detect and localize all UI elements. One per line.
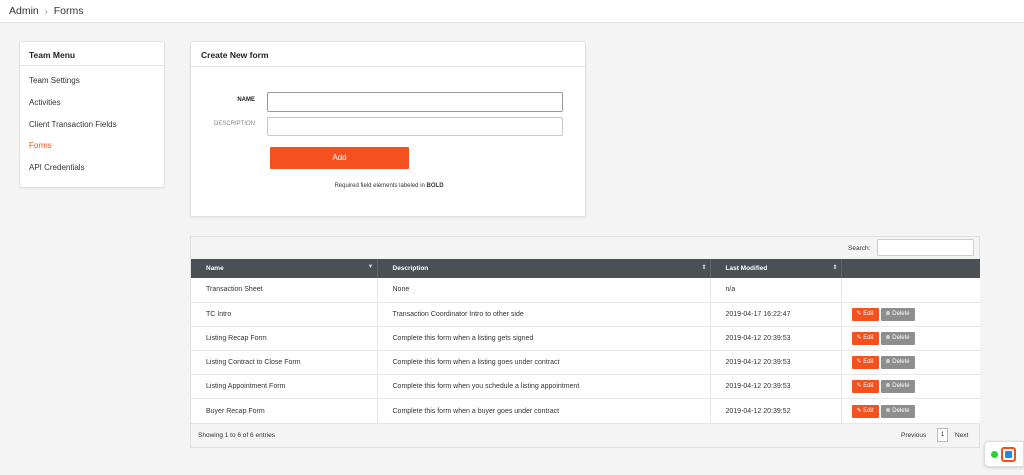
table-row: Listing Contract to Close Form Complete t…: [191, 350, 980, 375]
breadcrumb: Admin › Forms: [0, 0, 1024, 23]
close-circle-icon: ⊗: [885, 334, 891, 341]
description-label: DESCRIPTION: [213, 121, 255, 127]
add-button[interactable]: Add: [270, 147, 409, 169]
table-info: Showing 1 to 6 of 6 entries: [198, 432, 275, 439]
cell-name: Listing Recap Form: [191, 326, 378, 351]
table-footer: Showing 1 to 6 of 6 entries Previous 1 N…: [191, 425, 980, 447]
name-label: NAME: [237, 97, 255, 103]
cell-actions: ✎ Edit ⊗ Delete: [841, 351, 980, 375]
col-header-last-modified[interactable]: Last Modified ⇕: [710, 259, 842, 278]
menu-item-api-credentials[interactable]: API Credentials: [20, 157, 164, 179]
sort-desc-icon: ▼: [367, 264, 374, 270]
menu-item-client-transaction-fields[interactable]: Client Transaction Fields: [20, 114, 164, 136]
search-label: Search:: [848, 245, 871, 252]
cell-last-modified: 2019-04-12 20:39:53: [710, 350, 842, 375]
cell-actions: ✎ Edit ⊗ Delete: [841, 399, 980, 423]
edit-button[interactable]: ✎ Edit: [851, 307, 879, 321]
pencil-icon: ✎: [856, 359, 862, 366]
table-row: Listing Recap Form Complete this form whe…: [191, 326, 980, 351]
pagination-next[interactable]: Next: [955, 432, 968, 439]
cell-last-modified: 2019-04-12 20:39:52: [710, 398, 842, 424]
close-circle-icon: ⊗: [885, 310, 891, 317]
col-header-actions: [841, 259, 980, 278]
edit-button[interactable]: ✎ Edit: [851, 404, 879, 418]
create-form-card: Create New form NAME DESCRIPTION Add Req…: [190, 41, 586, 217]
cell-name: Listing Contract to Close Form: [191, 350, 378, 375]
close-circle-icon: ⊗: [885, 407, 891, 414]
cell-actions: ✎ Edit ⊗ Delete: [841, 302, 980, 326]
required-note-text: Required field elements labeled in: [334, 183, 425, 189]
table-row: Buyer Recap Form Complete this form when …: [191, 398, 980, 424]
app-logo-icon: [1001, 447, 1016, 462]
online-status-icon: [991, 451, 998, 458]
delete-button[interactable]: ⊗ Delete: [880, 307, 915, 321]
delete-button[interactable]: ⊗ Delete: [880, 331, 915, 345]
cell-name: Transaction Sheet: [191, 278, 378, 303]
pencil-icon: ✎: [856, 383, 862, 390]
forms-table-panel: Search: Name ▼ Description ⇕ Last Modified…: [190, 236, 980, 448]
pagination-page-1[interactable]: 1: [937, 428, 948, 442]
cell-actions: [841, 278, 980, 302]
cell-description: Complete this form when a listing goes u…: [377, 350, 711, 375]
required-note-bold: BOLD: [426, 183, 444, 189]
cell-description: Transaction Coordinator Intro to other s…: [377, 302, 711, 327]
close-circle-icon: ⊗: [885, 359, 891, 366]
name-input[interactable]: [267, 92, 563, 112]
cell-description: Complete this form when a buyer goes und…: [377, 398, 711, 424]
cell-description: Complete this form when a listing gets s…: [377, 326, 711, 351]
search-input[interactable]: [877, 239, 974, 256]
breadcrumb-admin[interactable]: Admin: [9, 5, 39, 17]
description-input[interactable]: [267, 117, 563, 136]
forms-table: Name ▼ Description ⇕ Last Modified ⇕ Transa…: [191, 259, 980, 424]
cell-description: None: [377, 278, 711, 303]
pencil-icon: ✎: [856, 310, 862, 317]
col-header-description[interactable]: Description ⇕: [377, 259, 711, 278]
delete-button[interactable]: ⊗ Delete: [880, 356, 915, 370]
chevron-right-icon: ›: [44, 6, 48, 16]
cell-name: TC Intro: [191, 302, 378, 327]
table-row: Transaction Sheet None n/a: [191, 278, 980, 303]
delete-button[interactable]: ⊗ Delete: [880, 380, 915, 394]
edit-button[interactable]: ✎ Edit: [851, 356, 879, 370]
cell-actions: ✎ Edit ⊗ Delete: [841, 326, 980, 350]
chat-widget[interactable]: [984, 441, 1024, 467]
menu-item-activities[interactable]: Activities: [20, 92, 164, 114]
cell-last-modified: 2019-04-17 16:22:47: [710, 302, 842, 327]
sort-icon: ⇕: [701, 265, 707, 271]
required-note: Required field elements labeled in BOLD: [191, 183, 587, 189]
cell-name: Listing Appointment Form: [191, 374, 378, 399]
pagination-previous[interactable]: Previous: [901, 432, 926, 439]
cell-name: Buyer Recap Form: [191, 398, 378, 424]
close-circle-icon: ⊗: [885, 383, 891, 390]
edit-button[interactable]: ✎ Edit: [851, 380, 879, 394]
col-header-name[interactable]: Name ▼: [191, 259, 378, 278]
menu-item-team-settings[interactable]: Team Settings: [20, 70, 164, 92]
table-header-row: Name ▼ Description ⇕ Last Modified ⇕: [191, 259, 980, 278]
cell-last-modified: 2019-04-12 20:39:53: [710, 326, 842, 351]
cell-last-modified: 2019-04-12 20:39:53: [710, 374, 842, 399]
team-menu-title: Team Menu: [20, 42, 164, 66]
pencil-icon: ✎: [856, 407, 862, 414]
cell-last-modified: n/a: [710, 278, 842, 303]
team-menu: Team Menu Team Settings Activities Clien…: [19, 41, 165, 188]
sort-icon: ⇕: [832, 265, 838, 271]
delete-button[interactable]: ⊗ Delete: [880, 404, 915, 418]
menu-item-forms[interactable]: Forms: [20, 135, 164, 157]
table-row: Listing Appointment Form Complete this fo…: [191, 374, 980, 399]
cell-description: Complete this form when you schedule a l…: [377, 374, 711, 399]
cell-actions: ✎ Edit ⊗ Delete: [841, 375, 980, 399]
edit-button[interactable]: ✎ Edit: [851, 331, 879, 345]
table-row: TC Intro Transaction Coordinator Intro to…: [191, 302, 980, 327]
pencil-icon: ✎: [856, 334, 862, 341]
breadcrumb-forms: Forms: [53, 5, 84, 17]
create-form-title: Create New form: [191, 42, 585, 67]
